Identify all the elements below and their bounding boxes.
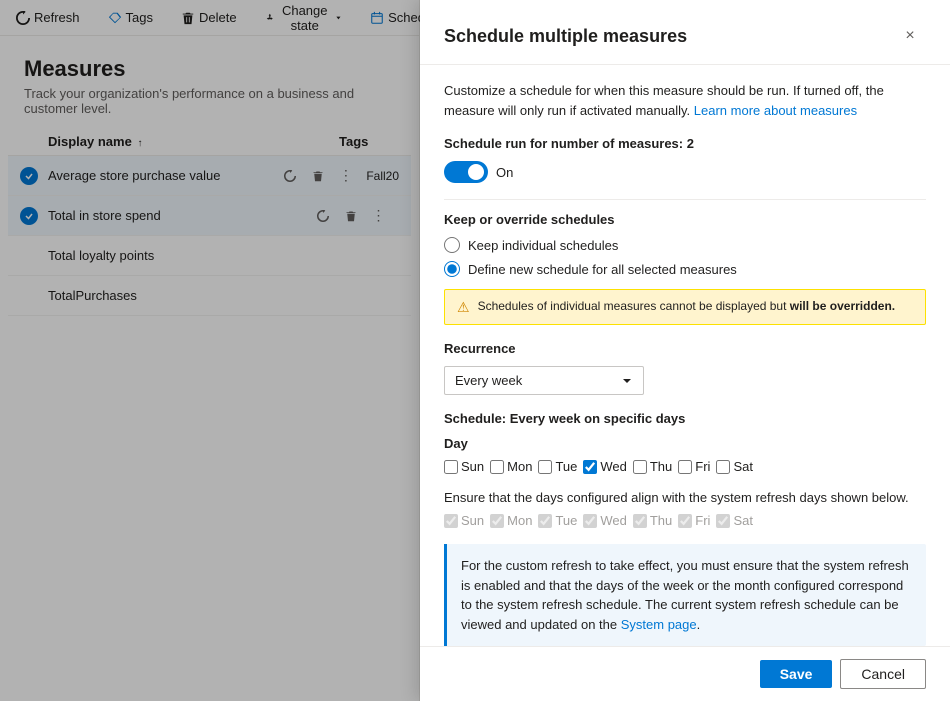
recurrence-dropdown[interactable]: Every week <box>444 366 644 395</box>
day-checkbox-mon[interactable] <box>490 460 504 474</box>
days-row: Sun Mon Tue Wed Thu <box>444 459 926 474</box>
ensure-day-thu: Thu <box>633 513 672 528</box>
day-checkbox-fri[interactable] <box>678 460 692 474</box>
ensure-checkbox-sun <box>444 514 458 528</box>
recurrence-label: Recurrence <box>444 341 926 356</box>
schedule-days-title: Schedule: Every week on specific days <box>444 411 926 426</box>
ensure-section: Ensure that the days configured align wi… <box>444 490 926 528</box>
recurrence-section: Recurrence Every week <box>444 341 926 395</box>
day-label-fri[interactable]: Fri <box>695 459 710 474</box>
radio-keep-input[interactable] <box>444 237 460 253</box>
recurrence-value: Every week <box>455 373 522 388</box>
radio-define-label: Define new schedule for all selected mea… <box>468 262 737 277</box>
keep-override-label: Keep or override schedules <box>444 212 926 227</box>
divider-1 <box>444 199 926 200</box>
day-checkbox-sat[interactable] <box>716 460 730 474</box>
warning-text: Schedules of individual measures cannot … <box>478 298 896 315</box>
day-label-sun[interactable]: Sun <box>461 459 484 474</box>
toggle-row: On <box>444 161 926 183</box>
ensure-checkbox-fri <box>678 514 692 528</box>
system-page-link[interactable]: System page <box>621 617 697 632</box>
ensure-checkbox-sat <box>716 514 730 528</box>
warning-icon: ⚠ <box>457 299 470 316</box>
save-button[interactable]: Save <box>760 660 833 688</box>
schedule-run-label: Schedule run for number of measures: 2 <box>444 136 926 151</box>
radio-keep-option[interactable]: Keep individual schedules <box>444 237 926 253</box>
day-label-mon[interactable]: Mon <box>507 459 532 474</box>
info-text-2: . <box>697 617 701 632</box>
schedule-toggle[interactable] <box>444 161 488 183</box>
dialog-title: Schedule multiple measures <box>444 26 687 47</box>
cancel-button[interactable]: Cancel <box>840 659 926 689</box>
ensure-checkbox-mon <box>490 514 504 528</box>
ensure-label-thu: Thu <box>650 513 672 528</box>
day-label-wed[interactable]: Wed <box>600 459 627 474</box>
day-label-thu[interactable]: Thu <box>650 459 672 474</box>
ensure-title: Ensure that the days configured align wi… <box>444 490 926 505</box>
learn-more-link[interactable]: Learn more about measures <box>694 103 857 118</box>
ensure-checkbox-wed <box>583 514 597 528</box>
dropdown-chevron-icon <box>621 375 633 387</box>
ensure-day-tue: Tue <box>538 513 577 528</box>
ensure-checkbox-tue <box>538 514 552 528</box>
day-checkbox-wed[interactable] <box>583 460 597 474</box>
ensure-day-fri: Fri <box>678 513 710 528</box>
day-label-sat[interactable]: Sat <box>733 459 753 474</box>
schedule-days-section: Schedule: Every week on specific days Da… <box>444 411 926 474</box>
ensure-label-tue: Tue <box>555 513 577 528</box>
radio-define-input[interactable] <box>444 261 460 277</box>
day-item-thu[interactable]: Thu <box>633 459 672 474</box>
ensure-day-sun: Sun <box>444 513 484 528</box>
dialog-footer: Save Cancel <box>420 646 950 701</box>
day-checkbox-sun[interactable] <box>444 460 458 474</box>
radio-keep-label: Keep individual schedules <box>468 238 618 253</box>
dialog-body: Customize a schedule for when this measu… <box>420 65 950 646</box>
ensure-day-wed: Wed <box>583 513 627 528</box>
radio-group: Keep individual schedules Define new sch… <box>444 237 926 277</box>
dialog-header: Schedule multiple measures × <box>420 0 950 65</box>
ensure-label-sun: Sun <box>461 513 484 528</box>
ensure-days-row: Sun Mon Tue Wed Thu <box>444 513 926 528</box>
dialog-description: Customize a schedule for when this measu… <box>444 81 926 120</box>
ensure-label-mon: Mon <box>507 513 532 528</box>
day-item-fri[interactable]: Fri <box>678 459 710 474</box>
ensure-label-sat: Sat <box>733 513 753 528</box>
day-item-sun[interactable]: Sun <box>444 459 484 474</box>
toggle-slider <box>444 161 488 183</box>
radio-define-option[interactable]: Define new schedule for all selected mea… <box>444 261 926 277</box>
toggle-label: On <box>496 165 513 180</box>
ensure-label-wed: Wed <box>600 513 627 528</box>
ensure-checkbox-thu <box>633 514 647 528</box>
info-box: For the custom refresh to take effect, y… <box>444 544 926 646</box>
day-label-tue[interactable]: Tue <box>555 459 577 474</box>
day-item-sat[interactable]: Sat <box>716 459 753 474</box>
day-item-wed[interactable]: Wed <box>583 459 627 474</box>
ensure-day-mon: Mon <box>490 513 532 528</box>
day-item-mon[interactable]: Mon <box>490 459 532 474</box>
day-checkbox-thu[interactable] <box>633 460 647 474</box>
day-item-tue[interactable]: Tue <box>538 459 577 474</box>
day-checkbox-tue[interactable] <box>538 460 552 474</box>
day-label: Day <box>444 436 926 451</box>
ensure-day-sat: Sat <box>716 513 753 528</box>
ensure-label-fri: Fri <box>695 513 710 528</box>
schedule-dialog: Schedule multiple measures × Customize a… <box>420 0 950 701</box>
dialog-close-button[interactable]: × <box>894 20 926 52</box>
warning-box: ⚠ Schedules of individual measures canno… <box>444 289 926 325</box>
